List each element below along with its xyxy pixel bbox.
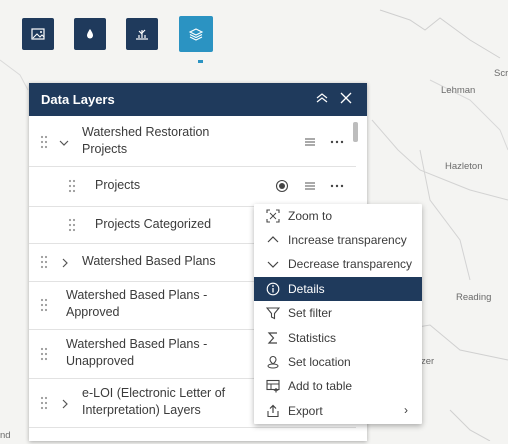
layer-label: Projects Categorized [95,217,212,231]
wetland-icon [136,29,148,40]
water-drop-icon [87,29,93,39]
panel-scrollbar[interactable] [353,122,358,142]
layer-label: e-LOI (Electronic Letter of [82,386,226,400]
chevron-down-icon [267,261,279,268]
drag-handle-icon[interactable] [40,298,48,312]
filter-icon [265,307,281,320]
chevron-up-icon [267,236,279,243]
menu-item-add-to-table[interactable]: Add to table [254,374,422,398]
menu-item-label: Statistics [288,331,337,345]
layer-item-watershed-restoration-projects[interactable]: Watershed Restoration Projects [29,116,356,167]
chevron-down-icon[interactable] [59,138,69,148]
legend-list-icon[interactable] [303,179,317,193]
legend-list-icon[interactable] [303,135,317,149]
menu-item-increase-transparency[interactable]: Increase transparency [254,228,422,252]
layer-label: Watershed Based Plans - [66,288,208,302]
menu-item-label: Decrease transparency [288,257,413,271]
map-label-nd: nd [0,430,11,441]
layer-label: Projects [95,178,141,192]
menu-item-set-filter[interactable]: Set filter [254,301,422,325]
map-label-scr: Scr [494,68,508,79]
drag-handle-icon[interactable] [40,135,48,149]
layers-button[interactable] [179,16,213,52]
layer-item-projects[interactable]: Projects [29,166,356,207]
submenu-arrow: › [404,403,408,417]
map-label-zer: zer [421,356,435,367]
location-icon [267,355,279,369]
more-options-icon[interactable] [330,135,344,149]
menu-item-set-location[interactable]: Set location [254,350,422,374]
menu-item-label: Zoom to [288,209,333,223]
layer-label: Interpretation) Layers [82,403,201,417]
menu-item-label: Details [288,282,325,296]
water-button[interactable] [74,18,106,50]
map-label-hazleton: Hazleton [445,161,483,172]
drag-handle-icon[interactable] [40,255,48,269]
menu-item-zoom-to[interactable]: Zoom to [254,204,422,228]
menu-item-statistics[interactable]: Statistics [254,326,422,350]
panel-header: Data Layers [29,83,367,116]
layer-label: Watershed Based Plans [82,254,216,268]
basemap-button[interactable] [22,18,54,50]
drag-handle-icon[interactable] [68,179,76,193]
zoom-to-icon [266,209,280,223]
layer-label: Approved [66,305,120,319]
drag-handle-icon[interactable] [68,218,76,232]
menu-item-details[interactable]: Details [254,277,422,301]
layer-label: Unapproved [66,354,135,368]
visibility-radio-icon[interactable] [275,179,289,193]
chevron-right-icon[interactable] [60,399,70,409]
layer-label: Watershed Based Plans - [66,337,208,351]
drag-handle-icon[interactable] [40,347,48,361]
layer-context-menu: Zoom to Increase transparency Decrease t… [254,204,422,424]
drag-handle-icon[interactable] [40,396,48,410]
layer-label: Watershed Restoration [82,125,210,139]
collapse-icon[interactable] [315,91,329,105]
menu-item-export[interactable]: Export › [254,399,422,423]
close-icon[interactable] [339,91,353,105]
map-label-lehman: Lehman [441,85,476,96]
sigma-icon [267,332,277,344]
chevron-right-icon[interactable] [60,258,70,268]
menu-item-decrease-transparency[interactable]: Decrease transparency [254,252,422,276]
menu-item-label: Add to table [288,379,353,393]
layer-label: Projects [82,142,128,156]
map-label-reading: Reading [456,292,492,303]
menu-item-label: Export [288,404,323,418]
menu-item-label: Set filter [288,306,333,320]
image-icon [31,28,45,40]
wetland-button[interactable] [126,18,158,50]
table-add-icon [266,379,280,393]
menu-item-label: Increase transparency [288,233,407,247]
info-icon [266,282,280,296]
panel-title: Data Layers [41,92,115,107]
more-options-icon[interactable] [330,179,344,193]
active-indicator [198,60,203,63]
export-icon [267,404,279,418]
menu-item-label: Set location [288,355,351,369]
layers-icon [188,28,204,41]
